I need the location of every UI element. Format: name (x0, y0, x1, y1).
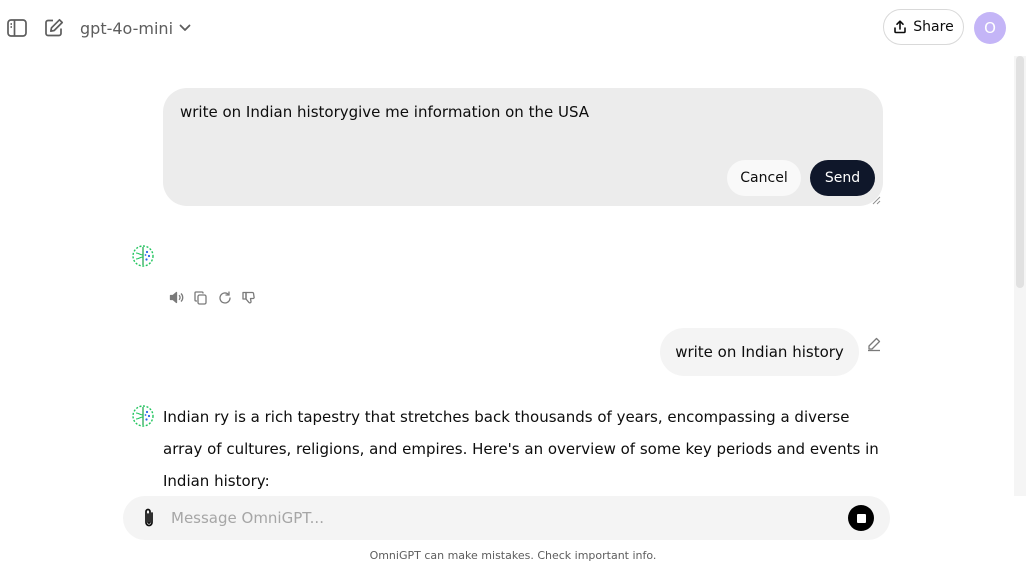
edit-message-icon[interactable] (866, 336, 882, 352)
chevron-down-icon (179, 24, 191, 32)
thumbs-down-icon[interactable] (240, 289, 257, 306)
assistant-logo-icon (131, 404, 155, 428)
share-button[interactable]: Share (883, 9, 964, 45)
share-label: Share (913, 19, 954, 35)
stop-generating-button[interactable] (848, 505, 874, 531)
sidebar-toggle-icon[interactable] (6, 18, 28, 38)
send-button[interactable]: Send (810, 160, 875, 196)
assistant-logo-icon (131, 244, 155, 268)
assistant-response-text: Indian ry is a rich tapestry that stretc… (163, 408, 879, 490)
message-actions (168, 289, 257, 306)
message-input[interactable] (171, 506, 831, 530)
model-selector[interactable]: gpt-4o-mini (80, 16, 191, 40)
cancel-button[interactable]: Cancel (727, 160, 801, 196)
regenerate-icon[interactable] (216, 289, 233, 306)
user-message-bubble: write on Indian history (660, 328, 859, 376)
read-aloud-icon[interactable] (168, 289, 185, 306)
copy-icon[interactable] (192, 289, 209, 306)
new-chat-icon[interactable] (43, 18, 64, 38)
disclaimer-text: OmniGPT can make mistakes. Check importa… (369, 549, 657, 562)
message-edit-text[interactable]: write on Indian historygive me informati… (180, 103, 589, 121)
stop-icon (856, 513, 866, 523)
resize-handle-icon[interactable] (871, 195, 881, 205)
share-icon (893, 20, 907, 34)
model-name: gpt-4o-mini (80, 18, 174, 38)
paperclip-icon[interactable] (136, 505, 162, 531)
scrollbar-thumb[interactable] (1016, 56, 1024, 288)
user-avatar[interactable]: O (974, 12, 1006, 44)
